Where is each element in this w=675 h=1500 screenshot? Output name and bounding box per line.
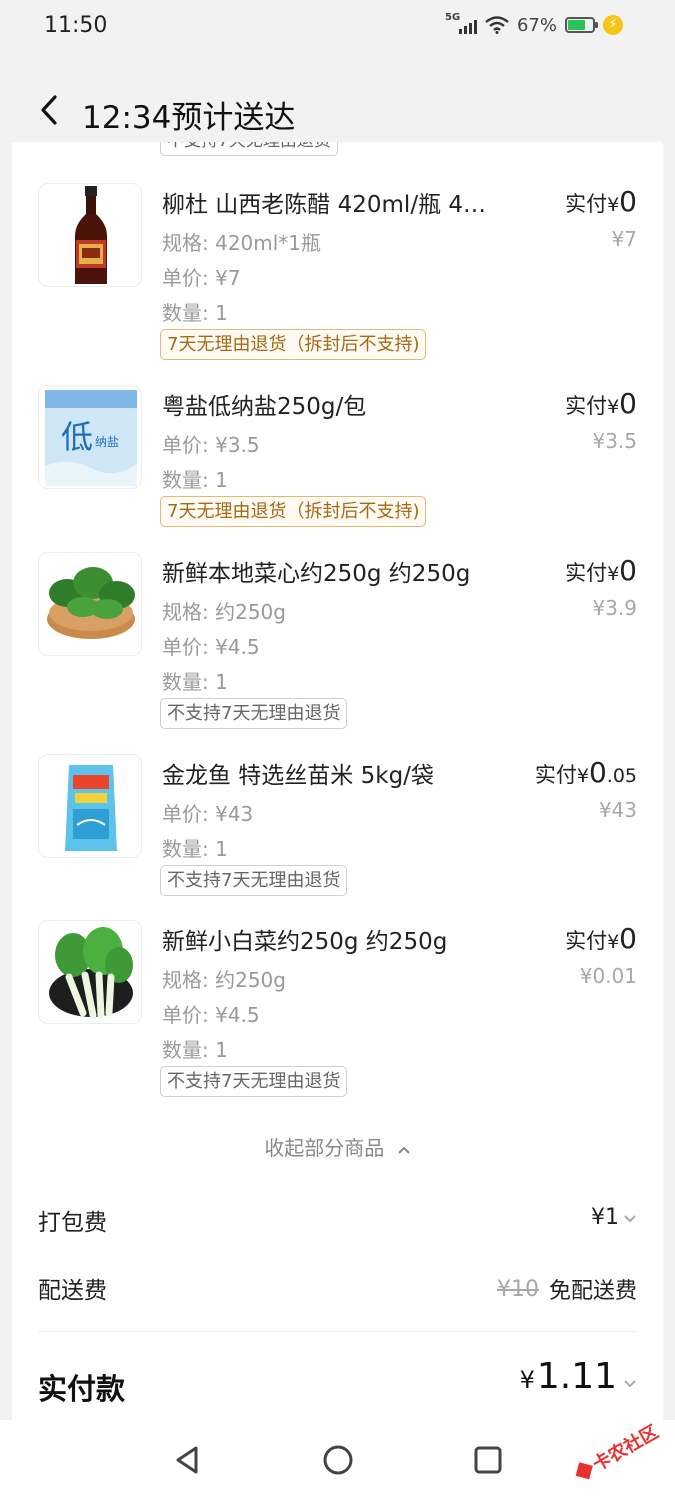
quantity: 数量: 1 <box>162 1038 228 1062</box>
nav-home-icon[interactable] <box>320 1442 356 1478</box>
product-name: 新鲜小白菜约250g 约250g <box>162 929 448 955</box>
original-price: ¥3.5 <box>592 429 637 453</box>
unit-price: 单价: ¥4.5 <box>162 1003 260 1027</box>
paid-amount: 实付¥0 <box>565 387 637 420</box>
page-title: 12:34预计送达 <box>82 100 296 136</box>
total-label: 实付款 <box>38 1372 126 1406</box>
status-icons: 5G 67% ⚡ <box>445 12 623 36</box>
product-name: 粤盐低纳盐250g/包 <box>162 394 367 420</box>
back-arrow-icon[interactable] <box>38 94 60 126</box>
paid-amount: 实付¥0.05 <box>534 756 637 789</box>
product-image: 低 纳盐 <box>38 385 142 489</box>
unit-price: 单价: ¥43 <box>162 802 254 826</box>
original-price: ¥0.01 <box>579 964 637 988</box>
return-policy-tag: 7天无理由退货（拆封后不支持) <box>160 496 427 527</box>
quantity: 数量: 1 <box>162 670 228 694</box>
svg-text:纳盐: 纳盐 <box>95 435 119 449</box>
battery-percent: 67% <box>516 14 557 36</box>
delivery-fee-value: ¥10 免配送费 <box>496 1276 637 1305</box>
product-name: 新鲜本地菜心约250g 约250g <box>162 561 471 587</box>
return-policy-tag: 不支持7天无理由退货 <box>160 865 348 896</box>
product-image <box>38 552 142 656</box>
return-policy-tag: 不支持7天无理由退货 <box>160 142 338 156</box>
status-time: 11:50 <box>44 13 108 38</box>
return-policy-tag: 不支持7天无理由退货 <box>160 698 348 729</box>
status-bar: 11:50 5G 67% ⚡ <box>0 0 675 56</box>
packing-fee-label: 打包费 <box>38 1210 107 1236</box>
page-header: 12:34预计送达 <box>0 56 675 142</box>
product-spec: 规格: 约250g <box>162 968 286 992</box>
quantity: 数量: 1 <box>162 837 228 861</box>
unit-price: 单价: ¥4.5 <box>162 635 260 659</box>
packing-fee-value[interactable]: ¥1 <box>591 1205 637 1230</box>
nav-back-icon[interactable] <box>170 1442 206 1478</box>
charging-icon: ⚡ <box>603 15 623 35</box>
unit-price: 单价: ¥7 <box>162 266 241 290</box>
quantity: 数量: 1 <box>162 468 228 492</box>
product-image <box>38 183 142 287</box>
wifi-icon <box>485 16 509 34</box>
chevron-up-icon <box>397 1146 410 1154</box>
delivery-original-price: ¥10 <box>496 1276 539 1302</box>
total-amount[interactable]: ¥ 1.11 <box>520 1356 637 1397</box>
product-name: 金龙鱼 特选丝苗米 5kg/袋 <box>162 763 434 789</box>
product-name: 柳杜 山西老陈醋 420ml/瓶 4… <box>162 192 487 218</box>
return-policy-tag: 不支持7天无理由退货 <box>160 1066 348 1097</box>
return-policy-tag: 7天无理由退货（拆封后不支持) <box>160 329 427 360</box>
collapse-label: 收起部分商品 <box>264 1136 385 1160</box>
watermark-logo: 卡农社区 <box>575 1421 662 1480</box>
unit-price: 单价: ¥3.5 <box>162 433 260 457</box>
original-price: ¥3.9 <box>592 596 637 620</box>
battery-icon <box>565 17 598 33</box>
product-spec: 规格: 约250g <box>162 600 286 624</box>
svg-text:卡农社区: 卡农社区 <box>589 1421 662 1476</box>
product-image <box>38 920 142 1024</box>
quantity: 数量: 1 <box>162 301 228 325</box>
order-card: 不支持7天无理由退货 柳杜 山西老陈醋 420ml/瓶 4… 规格: 420ml… <box>12 142 663 1420</box>
original-price: ¥43 <box>598 798 637 822</box>
original-price: ¥7 <box>611 227 637 251</box>
nav-recents-icon[interactable] <box>470 1442 506 1478</box>
paid-amount: 实付¥0 <box>565 185 637 218</box>
paid-amount: 实付¥0 <box>565 922 637 955</box>
collapse-items-button[interactable]: 收起部分商品 <box>12 1132 663 1161</box>
divider <box>38 1331 637 1332</box>
chevron-down-icon <box>624 1380 636 1388</box>
paid-amount: 实付¥0 <box>565 554 637 587</box>
svg-text:低: 低 <box>61 418 93 456</box>
chevron-down-icon <box>624 1214 636 1222</box>
product-spec: 规格: 420ml*1瓶 <box>162 231 322 255</box>
delivery-fee-label: 配送费 <box>38 1278 107 1304</box>
product-image <box>38 754 142 858</box>
signal-icon: 5G <box>445 12 477 36</box>
